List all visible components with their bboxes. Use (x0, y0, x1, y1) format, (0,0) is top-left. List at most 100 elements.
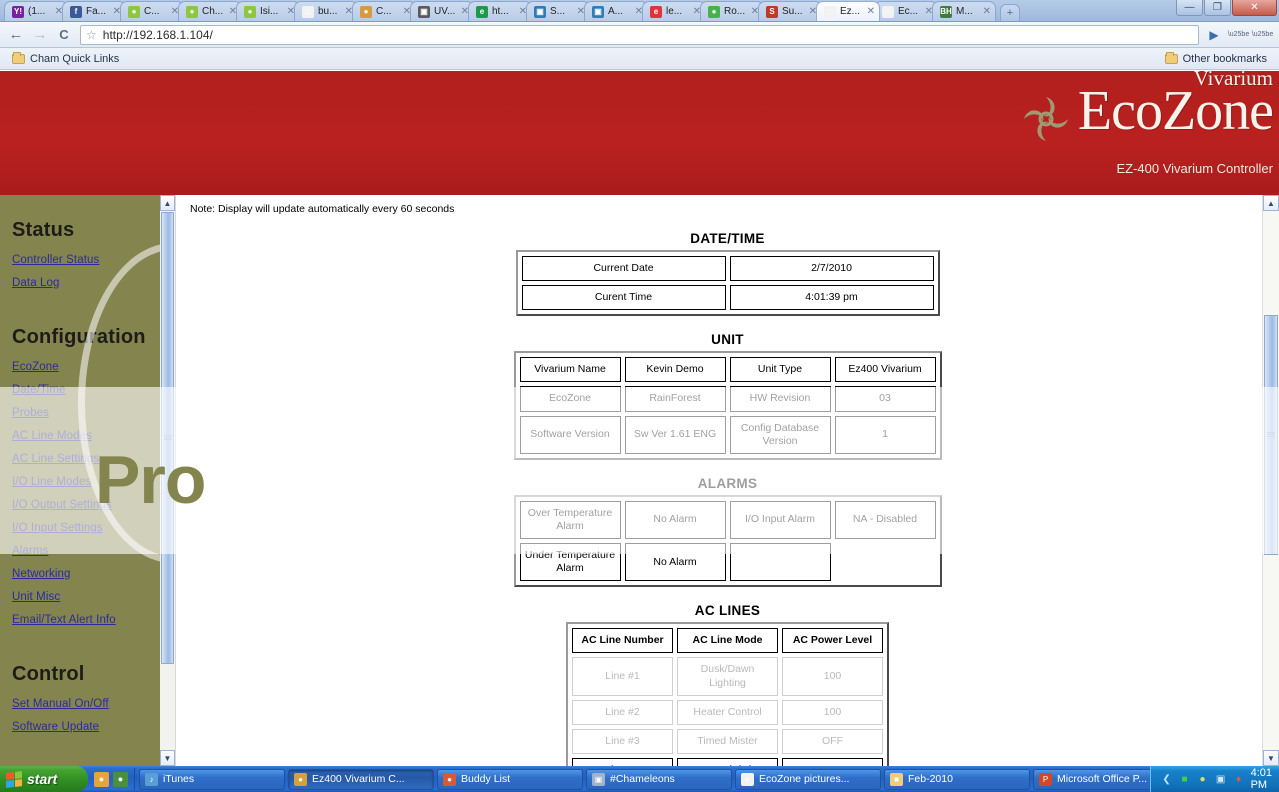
bookmark-star-icon[interactable]: ☆ (86, 28, 97, 42)
taskbar-item[interactable]: PMicrosoft Office P... (1033, 769, 1150, 790)
yahoo-icon: Y! (12, 6, 24, 18)
browser-tab[interactable]: ▣A...✕ (584, 1, 648, 21)
taskbar-item-label: #Chameleons (610, 773, 675, 785)
firefox-icon[interactable]: ● (113, 772, 128, 787)
page-icon: □ (824, 6, 836, 18)
browser-tab[interactable]: □Ec...✕ (874, 1, 938, 21)
taskbar-item-label: iTunes (163, 773, 194, 785)
address-bar[interactable]: ☆ http://192.168.1.104/ (80, 25, 1199, 45)
tab-label: S... (550, 6, 575, 17)
page-scroll-thumb[interactable] (1264, 315, 1278, 555)
sidebar-item-software-update[interactable]: Software Update (12, 721, 160, 733)
taskbar-item[interactable]: ●Buddy List (437, 769, 583, 790)
browser-tab[interactable]: fFa...✕ (62, 1, 126, 21)
sidebar-item-unit-misc[interactable]: Unit Misc (12, 591, 160, 603)
table-row: Line #1Dusk/Dawn Lighting100 (572, 657, 883, 695)
tab-close-icon[interactable]: ✕ (867, 6, 875, 17)
start-button[interactable]: start (0, 766, 88, 792)
volume-icon[interactable]: ▣ (1214, 772, 1228, 786)
forward-icon[interactable]: → (28, 24, 52, 46)
taskbar-item[interactable]: ♪iTunes (139, 769, 285, 790)
sidebar-item-controller-status[interactable]: Controller Status (12, 254, 160, 266)
bookmark-folder-cham-quick-links[interactable]: Cham Quick Links (8, 52, 123, 66)
sidebar-item-probes[interactable]: Probes (12, 407, 160, 419)
tab-close-icon[interactable]: ✕ (983, 6, 991, 17)
browser-tab[interactable]: ●C...✕ (120, 1, 184, 21)
browser-tab[interactable]: □bu...✕ (294, 1, 358, 21)
taskbar-item[interactable]: eEcoZone pictures... (735, 769, 881, 790)
taskbar-item[interactable]: ▣#Chameleons (586, 769, 732, 790)
scroll-up-arrow-icon[interactable]: ▲ (160, 195, 175, 211)
table-cell: OFF (782, 758, 883, 766)
green-square-icon[interactable]: ■ (1178, 772, 1192, 786)
scroll-down-arrow-icon[interactable]: ▼ (160, 750, 175, 766)
sidebar-item-ac-line-modes[interactable]: AC Line Modes (12, 430, 160, 442)
iframe-scrollbar[interactable]: ▲ ▼ (160, 195, 176, 766)
browser-tab[interactable]: Y!(1...✕ (4, 1, 68, 21)
network-icon[interactable]: ♦ (1232, 772, 1246, 786)
table-aclines: AC Line NumberAC Line ModeAC Power Level… (566, 622, 889, 766)
reload-icon[interactable]: C (52, 24, 76, 46)
sidebar-section-title: Configuration (12, 326, 160, 349)
tray-clock[interactable]: 4:01 PM (1251, 767, 1272, 791)
table-row: EcoZoneRainForestHW Revision03 (520, 386, 936, 411)
iframe-scroll-thumb[interactable] (161, 212, 174, 664)
sidebar-item-email-text-alert-info[interactable]: Email/Text Alert Info (12, 614, 160, 626)
tab-label: Isi... (260, 6, 285, 17)
antivirus-icon[interactable]: ● (1196, 772, 1210, 786)
browser-tab[interactable]: ▣UV...✕ (410, 1, 474, 21)
maximize-button[interactable]: ❐ (1204, 0, 1231, 16)
page-scroll-up-icon[interactable]: ▲ (1263, 195, 1279, 211)
browser-tab[interactable]: ▣S...✕ (526, 1, 590, 21)
sidebar-item-data-log[interactable]: Data Log (12, 277, 160, 289)
browser-tab[interactable]: ●Isi...✕ (236, 1, 300, 21)
browser-tab[interactable]: SSu...✕ (758, 1, 822, 21)
taskbar-item[interactable]: ■Feb-2010 (884, 769, 1030, 790)
controller-status-content: Note: Display will update automatically … (176, 195, 1279, 766)
chevron-left-icon[interactable]: ❮ (1160, 772, 1174, 786)
page-scroll-down-icon[interactable]: ▼ (1263, 750, 1279, 766)
taskbar-item-label: Ez400 Vivarium C... (312, 773, 405, 785)
other-bookmarks-button[interactable]: Other bookmarks (1161, 52, 1271, 66)
sidebar-item-alarms[interactable]: Alarms (12, 545, 160, 557)
sidebar-item-i-o-output-settings[interactable]: I/O Output Settings (12, 499, 160, 511)
browser-tab[interactable]: ●Ro...✕ (700, 1, 764, 21)
table-row: Current Date2/7/2010 (522, 256, 934, 281)
sidebar-item-i-o-input-settings[interactable]: I/O Input Settings (12, 522, 160, 534)
table-cell: Config Database Version (730, 416, 831, 454)
table-cell: No Alarm (625, 543, 726, 581)
page-scrollbar[interactable]: ▲ ▼ (1262, 195, 1279, 766)
table-cell: Line #2 (572, 700, 673, 725)
close-button[interactable]: ✕ (1232, 0, 1277, 16)
chrome-icon[interactable]: ● (94, 772, 109, 787)
sidebar-item-ecozone[interactable]: EcoZone (12, 361, 160, 373)
browser-tab[interactable]: □ Ez...✕ (816, 1, 880, 21)
tab-label: le... (666, 6, 691, 17)
page-body: StatusController StatusData LogConfigura… (0, 195, 1279, 766)
go-arrow-icon[interactable]: ▶ (1203, 24, 1225, 46)
browser-tab[interactable]: BHM...✕ (932, 1, 996, 21)
minimize-button[interactable]: — (1176, 0, 1203, 16)
browser-tab[interactable]: ●Ch...✕ (178, 1, 242, 21)
new-tab-button[interactable]: + (1000, 4, 1020, 21)
photo-icon: ▣ (592, 6, 604, 18)
browser-tab[interactable]: eht...✕ (468, 1, 532, 21)
table-datetime: Current Date2/7/2010Curent Time4:01:39 p… (516, 250, 940, 316)
sidebar-item-ac-line-settings[interactable]: AC Line Settings (12, 453, 160, 465)
back-icon[interactable]: ← (4, 24, 28, 46)
page-menu-icon[interactable]: \u25be (1227, 24, 1249, 46)
browser-tab[interactable]: ele...✕ (642, 1, 706, 21)
table-cell: 100 (782, 657, 883, 695)
tab-label: Ez... (840, 6, 865, 17)
tab-label: A... (608, 6, 633, 17)
sidebar-item-set-manual-on-off[interactable]: Set Manual On/Off (12, 698, 160, 710)
sidebar-item-networking[interactable]: Networking (12, 568, 160, 580)
sidebar-item-i-o-line-modes[interactable]: I/O Line Modes (12, 476, 160, 488)
browser-tab[interactable]: ●C...✕ (352, 1, 416, 21)
sidebar-item-date-time[interactable]: Date/Time (12, 384, 160, 396)
tab-label: C... (144, 6, 169, 17)
taskbar-item[interactable]: ●Ez400 Vivarium C... (288, 769, 434, 790)
taskbar-item-label: Feb-2010 (908, 773, 953, 785)
start-label: start (27, 771, 57, 787)
wrench-menu-icon[interactable]: \u25be (1251, 24, 1273, 46)
